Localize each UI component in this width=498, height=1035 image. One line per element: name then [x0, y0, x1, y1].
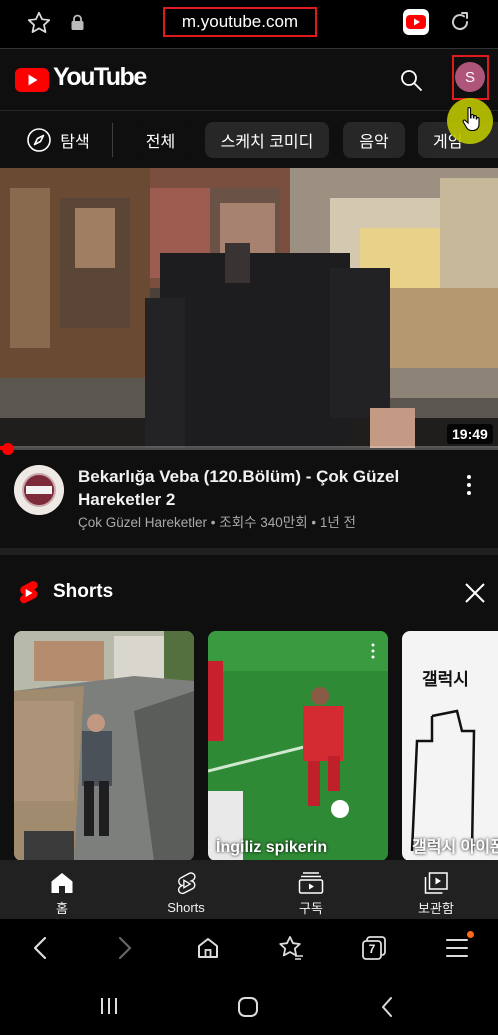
- nav-subscriptions[interactable]: 구독: [249, 860, 373, 919]
- filter-chips-bar: 탐색 전체 스케치 코미디 음악 게임: [0, 110, 498, 168]
- chip-label: 음악: [359, 134, 389, 151]
- shorts-icon: [177, 872, 196, 895]
- nav-label: 구독: [299, 901, 323, 916]
- chip-label: 탐색: [60, 134, 90, 151]
- chip-sketch-comedy[interactable]: 스케치 코미디: [205, 122, 329, 158]
- nav-label: 홈: [56, 901, 68, 916]
- nav-label: 보관함: [418, 901, 454, 916]
- menu-icon[interactable]: [446, 938, 468, 958]
- short-more-icon[interactable]: [370, 643, 376, 659]
- browser-bottom-bar: 7: [0, 919, 498, 979]
- shorts-section-title: Shorts: [53, 581, 114, 602]
- shorts-logo-icon: [20, 581, 38, 604]
- browser-home-icon[interactable]: [196, 936, 220, 960]
- back-icon[interactable]: [31, 936, 49, 960]
- tabs-button[interactable]: 7: [361, 935, 387, 961]
- home-icon: [51, 873, 73, 893]
- short-caption: 갤럭시 아이폰: [412, 839, 498, 856]
- short-card-3[interactable]: 갤럭시 갤럭시 아이폰: [402, 631, 498, 861]
- short-card-2[interactable]: İngiliz spikerin: [208, 631, 388, 861]
- system-home-icon[interactable]: [237, 996, 259, 1018]
- progress-handle: [2, 443, 14, 455]
- chip-music[interactable]: 음악: [343, 122, 405, 158]
- library-icon: [424, 872, 448, 894]
- forward-icon[interactable]: [116, 936, 134, 960]
- chip-divider: [112, 123, 113, 157]
- short-thumbnail: [14, 631, 194, 861]
- youtube-logo-icon[interactable]: [15, 68, 49, 92]
- video-duration: 19:49: [447, 424, 493, 444]
- short-card-1[interactable]: [14, 631, 194, 861]
- hand-pointer-icon: [462, 107, 480, 132]
- nav-label: Shorts: [167, 900, 205, 915]
- chip-explore[interactable]: 탐색: [14, 122, 102, 158]
- url-text: m.youtube.com: [181, 12, 299, 31]
- video-title[interactable]: Bekarlığa Veba (120.Bölüm) - Çok Güzel H…: [78, 465, 428, 511]
- more-options-icon[interactable]: [462, 474, 476, 496]
- close-icon[interactable]: [464, 582, 486, 604]
- chip-label: 전체: [145, 134, 176, 151]
- short-caption: İngiliz spikerin: [216, 839, 328, 856]
- system-nav-bar: [0, 979, 498, 1035]
- browser-top-bar: m.youtube.com: [0, 0, 498, 48]
- youtube-logo-text[interactable]: YouTube: [53, 63, 147, 92]
- url-bar[interactable]: m.youtube.com: [163, 7, 317, 37]
- chip-all[interactable]: 전체: [131, 122, 190, 158]
- youtube-header: YouTube: [0, 48, 498, 110]
- system-back-icon[interactable]: [380, 996, 394, 1018]
- channel-avatar[interactable]: [14, 465, 64, 515]
- recent-apps-icon[interactable]: [99, 996, 119, 1016]
- thumbnail-image: [0, 168, 498, 448]
- video-thumbnail[interactable]: [0, 168, 498, 448]
- subscriptions-icon: [298, 872, 324, 894]
- nav-home[interactable]: 홈: [0, 860, 124, 919]
- video-metadata: Çok Güzel Hareketler • 조회수 340만회 • 1년 전: [78, 515, 356, 530]
- nav-shorts[interactable]: Shorts: [124, 860, 248, 919]
- youtube-app-icon[interactable]: [403, 9, 429, 35]
- progress-track: [0, 446, 498, 450]
- tab-count: 7: [368, 942, 376, 956]
- youtube-bottom-nav: 홈 Shorts 구독 보관함: [0, 860, 498, 919]
- short-overlay-text: 갤럭시: [422, 670, 469, 689]
- short-thumbnail: [208, 631, 388, 861]
- channel-logo-icon: [14, 465, 64, 515]
- section-divider: [0, 548, 498, 555]
- compass-icon: [27, 128, 52, 152]
- highlight-box: [452, 55, 489, 100]
- chip-label: 스케치 코미디: [220, 134, 314, 151]
- lock-icon: [71, 14, 84, 30]
- reload-icon[interactable]: [448, 10, 472, 34]
- bookmark-star-icon[interactable]: [26, 10, 52, 36]
- bookmarks-icon[interactable]: [277, 935, 305, 961]
- search-icon[interactable]: [399, 68, 423, 92]
- notification-dot: [467, 931, 474, 938]
- nav-library[interactable]: 보관함: [374, 860, 498, 919]
